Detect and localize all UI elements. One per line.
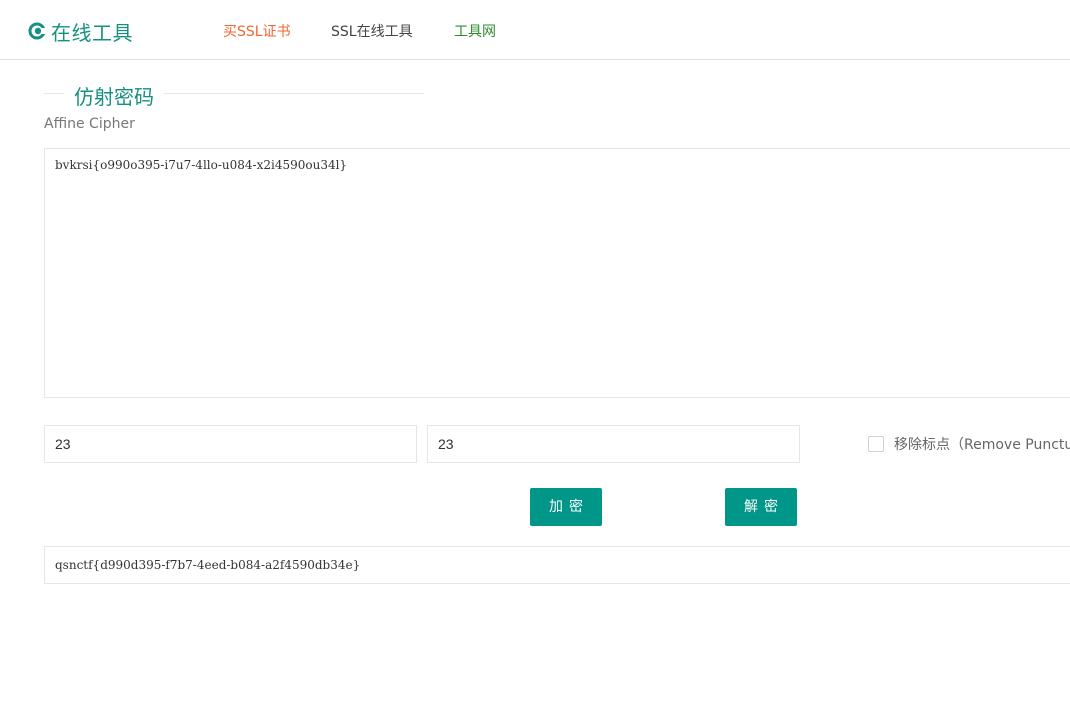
decrypt-button[interactable]: 解密 [725, 488, 797, 526]
logo-text: 在线工具 [51, 20, 133, 45]
title-divider-right [164, 93, 424, 94]
top-header: 在线工具 买SSL证书 SSL在线工具 工具网 [0, 0, 1070, 60]
key-a-input[interactable]: 23 [44, 425, 417, 463]
input-textarea[interactable]: bvkrsi{o990o395-i7u7-4llo-u084-x2i4590ou… [44, 148, 1070, 398]
nav-tools-net[interactable]: 工具网 [454, 21, 496, 41]
encrypt-button[interactable]: 加密 [530, 488, 602, 526]
nav-buy-ssl[interactable]: 买SSL证书 [223, 21, 291, 41]
remove-punctuation-option[interactable]: 移除标点（Remove Punctuation） [868, 435, 1070, 453]
site-logo[interactable]: 在线工具 [28, 17, 133, 45]
output-field[interactable]: qsnctf{d990d395-f7b7-4eed-b084-a2f4590db… [44, 546, 1070, 584]
nav-ssl-tools[interactable]: SSL在线工具 [331, 21, 413, 41]
page-title: 仿射密码 [74, 85, 154, 109]
remove-punctuation-label: 移除标点（Remove Punctuation） [894, 437, 1070, 453]
page-subtitle: Affine Cipher [44, 116, 135, 132]
remove-punctuation-checkbox[interactable] [868, 436, 884, 452]
key-b-input[interactable]: 23 [427, 425, 800, 463]
eye-logo-icon [28, 22, 46, 40]
section-title: 仿射密码 [44, 80, 424, 109]
title-divider-left [44, 93, 64, 94]
